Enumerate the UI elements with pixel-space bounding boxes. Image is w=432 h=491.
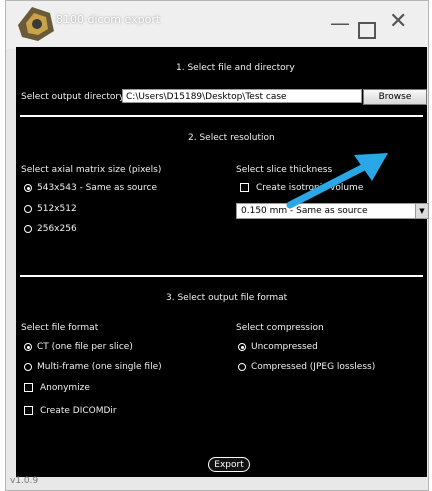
output-directory-label: Select output directory	[21, 92, 125, 102]
app-logo-icon	[18, 7, 54, 41]
format-option-label: CT (one file per slice)	[37, 342, 133, 352]
compression-label: Select compression	[236, 323, 324, 333]
window-title: 8100 dicom export	[56, 13, 161, 26]
radio-icon	[24, 184, 32, 192]
checkbox-icon	[240, 183, 249, 192]
radio-icon	[238, 363, 246, 371]
version-label: v1.0.9	[10, 476, 39, 486]
radio-icon	[24, 363, 32, 371]
radio-icon	[24, 225, 32, 233]
compression-option-label: Uncompressed	[251, 342, 318, 352]
export-button[interactable]: Export	[208, 457, 250, 472]
file-format-label: Select file format	[21, 323, 99, 333]
format-option-label: Multi-frame (one single file)	[37, 362, 162, 372]
maximize-button[interactable]	[358, 22, 376, 39]
annotation-arrow-icon	[286, 153, 388, 209]
create-dicomdir-label: Create DICOMDir	[40, 406, 117, 416]
matrix-option-label: 256x256	[37, 224, 77, 234]
matrix-option-label: 543x543 - Same as source	[37, 183, 157, 193]
checkbox-icon	[24, 383, 33, 392]
export-window: 8100 dicom export — ✕ 1. Select file and…	[5, 0, 429, 491]
section1-title: 1. Select file and directory	[176, 63, 295, 73]
section2-title: 2. Select resolution	[188, 133, 275, 143]
checkbox-icon	[24, 406, 33, 415]
export-panel: 1. Select file and directory Select outp…	[16, 47, 429, 477]
radio-icon	[24, 343, 32, 351]
compression-option-label: Compressed (JPEG lossless)	[251, 362, 376, 372]
close-button[interactable]: ✕	[389, 11, 407, 33]
section3-title: 3. Select output file format	[166, 293, 288, 303]
divider	[20, 115, 423, 117]
output-directory-field[interactable]: C:\Users\D15189\Desktop\Test case	[122, 89, 362, 103]
divider	[20, 275, 423, 277]
minimize-button[interactable]: —	[330, 13, 350, 33]
radio-icon	[238, 343, 246, 351]
dropdown-arrow-icon[interactable]: ▼	[415, 204, 428, 218]
matrix-size-label: Select axial matrix size (pixels)	[21, 165, 162, 175]
title-bar[interactable]: 8100 dicom export — ✕	[6, 1, 428, 49]
matrix-option-label: 512x512	[37, 204, 77, 214]
anonymize-label: Anonymize	[40, 383, 90, 393]
radio-icon	[24, 205, 32, 213]
browse-button[interactable]: Browse	[363, 89, 427, 105]
